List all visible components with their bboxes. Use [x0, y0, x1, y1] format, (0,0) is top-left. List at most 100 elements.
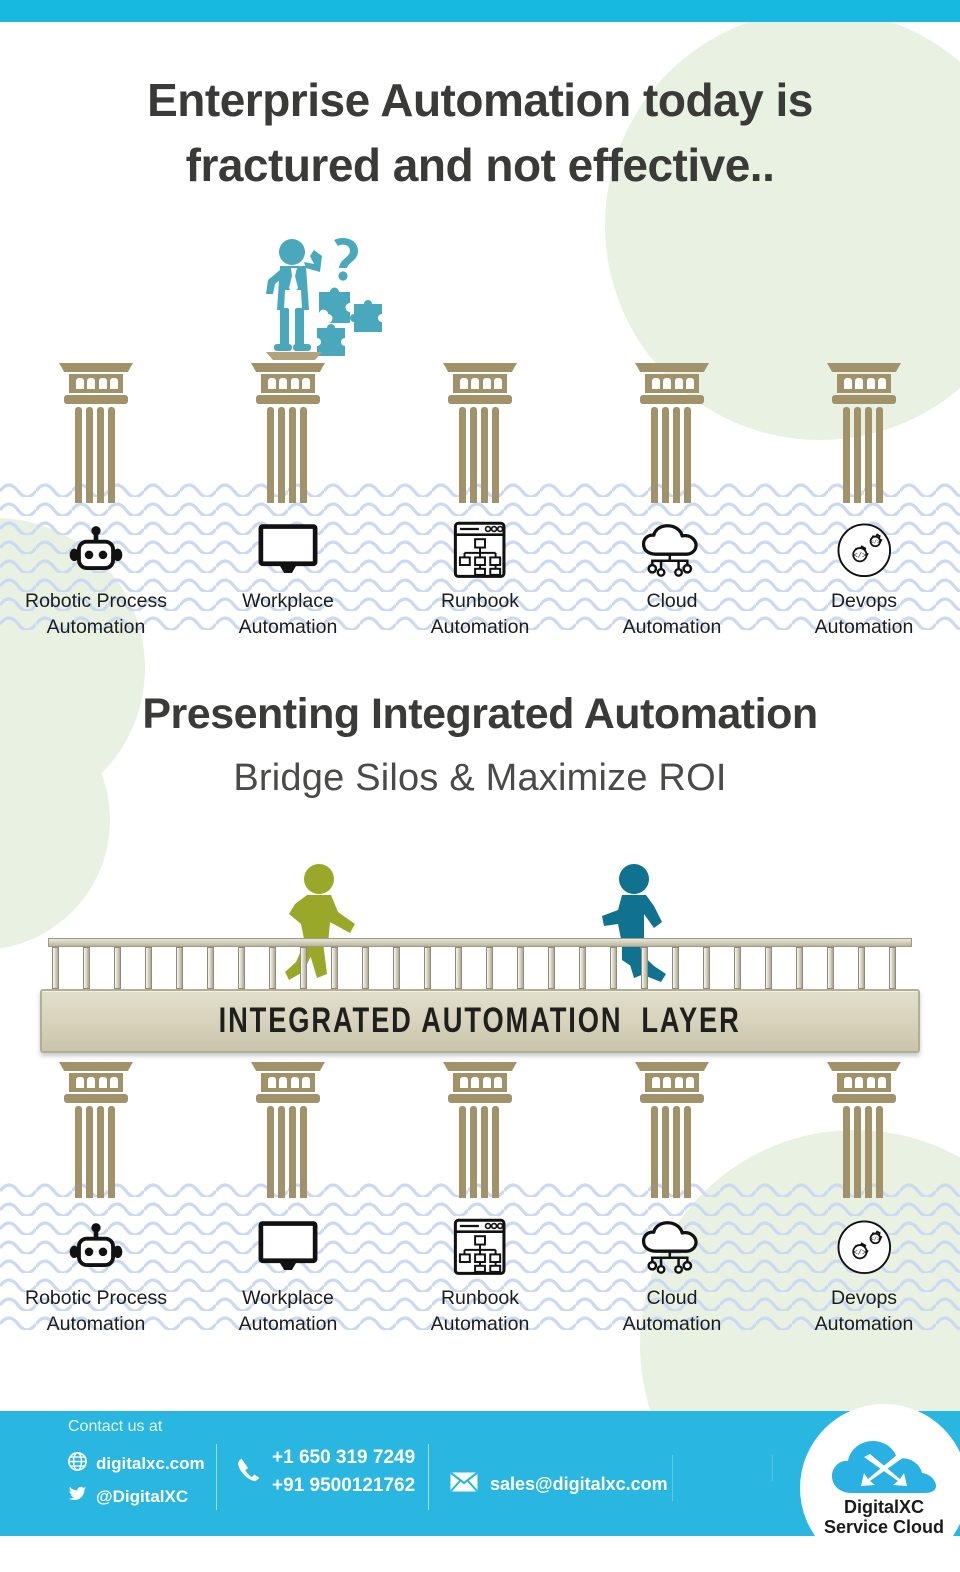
pillar-echinus — [640, 1094, 704, 1103]
pillar-flute — [875, 1106, 883, 1198]
pillar-shaft — [74, 407, 118, 503]
phone-us-text: +1 650 319 7249 — [272, 1447, 416, 1468]
pillar-flute — [86, 1106, 93, 1198]
pillar-capital-notch — [75, 1077, 84, 1088]
bottom-pillar-group: Robotic Process Automation Workplace Aut… — [0, 1062, 960, 1335]
pillar-abacus — [827, 363, 901, 372]
runbook-window-icon — [384, 519, 576, 581]
bridge-baluster — [641, 947, 648, 989]
bridge-baluster — [827, 947, 834, 989]
pillar-capital-notch — [674, 1077, 683, 1088]
classical-pillar — [635, 363, 709, 503]
pillar-capital-notch — [302, 1077, 311, 1088]
devops-gears-icon: </> </> — [768, 1216, 960, 1278]
pillar-flute — [843, 1106, 850, 1198]
pillar-capital-notch — [866, 1077, 875, 1088]
bridge-baluster — [765, 947, 772, 989]
pillar-capital-notch — [843, 1077, 852, 1088]
pillar-flute — [459, 1106, 466, 1198]
phone-in-text: +91 9500121762 — [272, 1475, 416, 1496]
classical-pillar — [251, 1062, 325, 1198]
automation-pillar-label: Devops Automation — [814, 1287, 914, 1335]
automation-pillar-column: </> </> Devops Automation — [768, 1062, 960, 1337]
email-link[interactable]: sales@digitalxc.com — [450, 1472, 668, 1497]
bridge-baluster — [703, 947, 710, 989]
pillar-flute — [299, 1106, 307, 1198]
pillar-capital-notch — [494, 378, 503, 389]
pillar-capital-notch — [267, 378, 276, 389]
pillar-flute — [267, 407, 274, 503]
pillar-capital-band — [260, 1073, 316, 1092]
pillar-shaft — [650, 1106, 694, 1198]
footer-phone-group: +1 650 319 7249 +91 9500121762 — [236, 1447, 415, 1497]
twitter-handle-text: @DigitalXC — [96, 1487, 189, 1506]
pillar-flute — [470, 407, 477, 503]
pillar-capital-band — [836, 1073, 892, 1092]
devops-gears-icon: </> </> — [768, 519, 960, 581]
website-link[interactable]: digitalxc.com — [68, 1452, 205, 1476]
automation-pillar-column: Runbook Automation — [384, 363, 576, 640]
logo-line2: Service Cloud — [823, 1517, 945, 1537]
svg-text:</>: </> — [870, 1236, 879, 1242]
pillar-flute — [288, 407, 296, 503]
bridge-baluster — [300, 947, 307, 989]
pillar-flute — [299, 407, 307, 503]
pillar-capital-notch — [267, 1077, 276, 1088]
pillar-echinus — [64, 395, 128, 404]
section-heading: Presenting Integrated Automation — [142, 690, 818, 738]
pillar-capital-notch — [651, 378, 660, 389]
bridge-baluster — [858, 947, 865, 989]
bridge-railing-top — [48, 938, 912, 947]
pillar-capital-band — [68, 1073, 124, 1092]
pillar-flute — [672, 407, 680, 503]
pillar-capital-notch — [87, 378, 96, 389]
pillar-capital-notch — [279, 1077, 288, 1088]
pillar-abacus — [251, 363, 325, 372]
globe-icon — [68, 1452, 87, 1476]
pillar-capital-notch — [855, 1077, 864, 1088]
pillar-capital-notch — [98, 1077, 107, 1088]
bridge-baluster — [269, 947, 276, 989]
pillar-capital-notch — [878, 378, 887, 389]
bridge-baluster — [114, 947, 121, 989]
bridge-baluster — [424, 947, 431, 989]
bridge-baluster — [83, 947, 90, 989]
pillar-flute — [491, 1106, 499, 1198]
pillar-flute — [86, 407, 93, 503]
pillar-capital-notch — [459, 1077, 468, 1088]
footer-web-group: digitalxc.com @DigitalXC — [68, 1452, 205, 1509]
bridge-baluster — [579, 947, 586, 989]
bridge-baluster — [52, 947, 59, 989]
automation-pillar-label: Robotic Process Automation — [25, 1287, 167, 1335]
bridge-baluster — [331, 947, 338, 989]
website-text: digitalxc.com — [96, 1454, 205, 1473]
integrated-automation-layer-label: INTEGRATED AUTOMATION LAYER — [218, 1001, 742, 1040]
pillar-capital-notch — [663, 378, 672, 389]
bridge-baluster — [548, 947, 555, 989]
automation-pillar-column: Runbook Automation — [384, 1062, 576, 1337]
pillar-flute — [267, 1106, 274, 1198]
pillar-abacus — [59, 363, 133, 372]
svg-text:</>: </> — [870, 539, 879, 545]
pillar-abacus — [635, 1062, 709, 1071]
pillar-flute — [480, 407, 488, 503]
bridge-baluster — [145, 947, 152, 989]
pillar-echinus — [640, 395, 704, 404]
bridge-baluster — [238, 947, 245, 989]
classical-pillar — [443, 363, 517, 503]
logo-line1: DigitalXC — [843, 1496, 924, 1517]
pillar-flute — [96, 1106, 104, 1198]
bridge-baluster — [393, 947, 400, 989]
page-title-line1: Enterprise Automation today is — [147, 74, 813, 126]
pillar-flute — [662, 1106, 669, 1198]
automation-pillar-column: Workplace Automation — [192, 363, 384, 640]
pillar-capital-band — [68, 374, 124, 393]
pillar-capital-notch — [290, 1077, 299, 1088]
pillar-capital-notch — [482, 378, 491, 389]
twitter-link[interactable]: @DigitalXC — [68, 1485, 188, 1509]
pillar-echinus — [448, 395, 512, 404]
pillar-flute — [470, 1106, 477, 1198]
cloud-nodes-icon — [576, 519, 768, 581]
automation-pillar-label: Robotic Process Automation — [25, 590, 167, 638]
pillar-flute — [75, 1106, 82, 1198]
